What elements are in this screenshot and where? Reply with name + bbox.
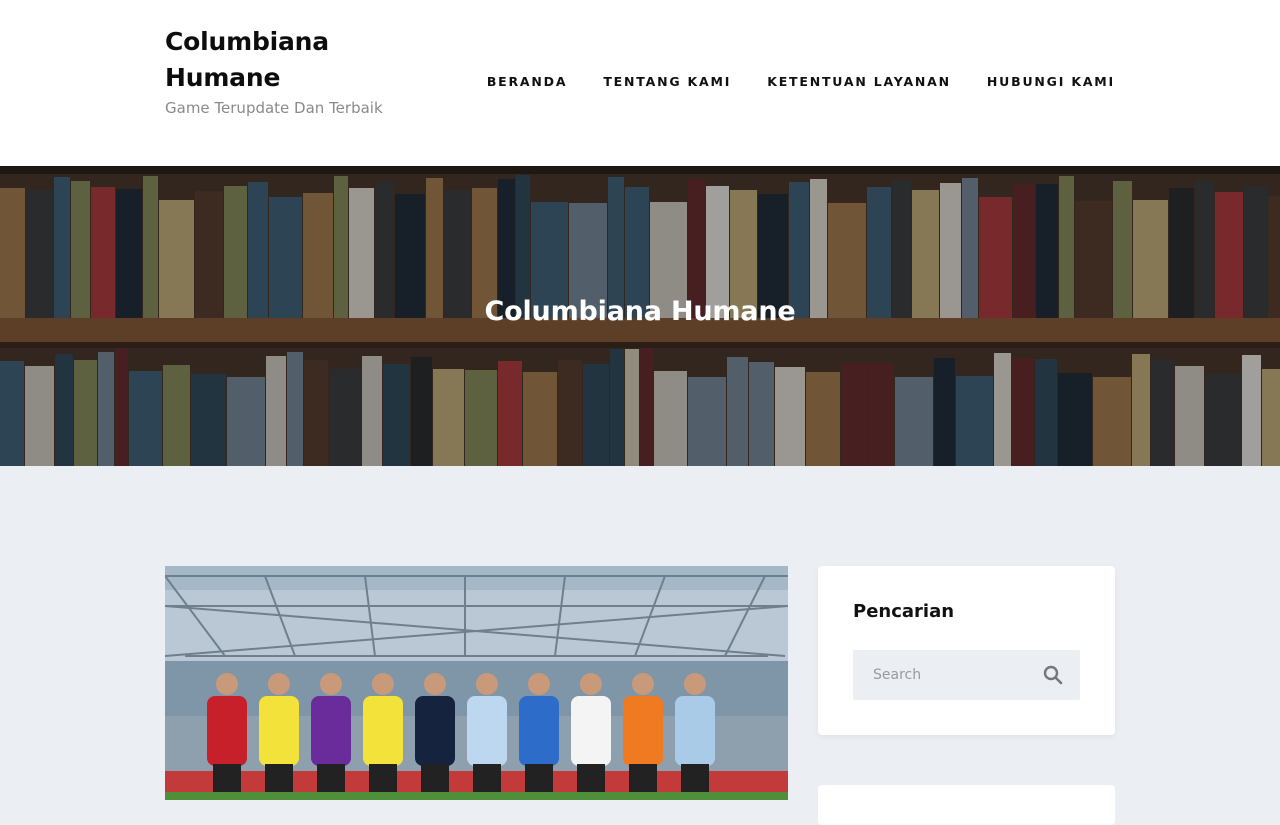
search-icon bbox=[1043, 665, 1063, 685]
stadium-players-image bbox=[165, 566, 788, 800]
nav-item-tentang-kami[interactable]: TENTANG KAMI bbox=[603, 74, 731, 89]
brand: Columbiana Humane Game Terupdate Dan Ter… bbox=[165, 24, 425, 118]
widget-title: Pencarian bbox=[853, 601, 955, 622]
search-input[interactable] bbox=[853, 650, 1033, 700]
site-header: Columbiana Humane Game Terupdate Dan Ter… bbox=[0, 0, 1280, 166]
nav-item-ketentuan-layanan[interactable]: KETENTUAN LAYANAN bbox=[767, 74, 951, 89]
search-widget: Pencarian bbox=[818, 566, 1115, 735]
site-tagline: Game Terupdate Dan Terbaik bbox=[165, 99, 383, 117]
search-button[interactable] bbox=[1042, 665, 1064, 687]
main-navigation: BERANDA TENTANG KAMI KETENTUAN LAYANAN H… bbox=[487, 74, 1115, 89]
hero-banner: Columbiana Humane bbox=[0, 166, 1280, 466]
next-widget bbox=[818, 785, 1115, 825]
site-title-link[interactable]: Columbiana Humane bbox=[165, 24, 425, 96]
nav-item-hubungi-kami[interactable]: HUBUNGI KAMI bbox=[987, 74, 1115, 89]
post-featured-image[interactable] bbox=[165, 566, 788, 800]
hero-title: Columbiana Humane bbox=[484, 296, 796, 327]
search-form bbox=[853, 650, 1080, 700]
nav-item-beranda[interactable]: BERANDA bbox=[487, 74, 567, 89]
